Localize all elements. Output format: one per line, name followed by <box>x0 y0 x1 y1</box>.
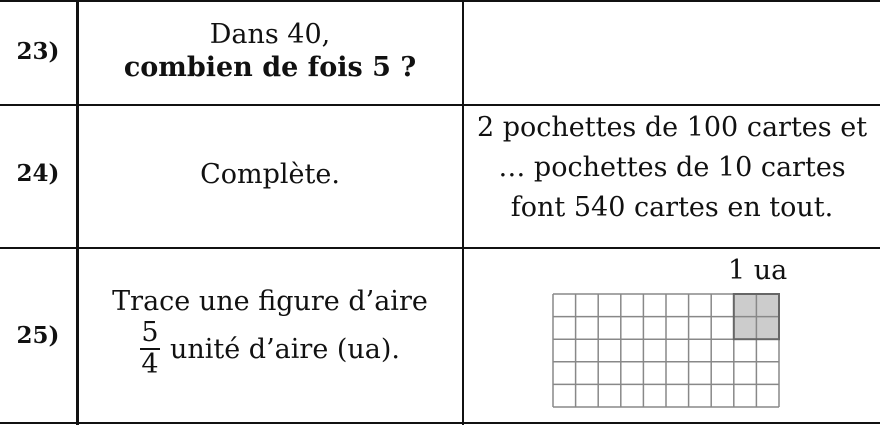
answer-24-line3: font 540 cartes en tout. <box>510 192 834 223</box>
question-number-23: 23) <box>16 38 60 65</box>
question-25-line1: Trace une figure d’aire <box>112 286 428 317</box>
answer-24-text: 2 pochettes de 100 cartes et … pochettes… <box>464 108 880 228</box>
row-divider-2 <box>0 247 880 249</box>
fraction-five-quarters: 5 4 <box>139 317 160 380</box>
answer-24-line1: 2 pochettes de 100 cartes et <box>476 112 868 143</box>
question-23-line1: Dans 40, <box>209 19 331 50</box>
fraction-denominator: 4 <box>141 349 159 380</box>
row-divider-1 <box>0 104 880 106</box>
fraction-numerator: 5 <box>141 317 159 348</box>
question-number-24: 24) <box>16 160 60 187</box>
unit-area-label: 1 ua <box>728 255 788 286</box>
question-25-text: Trace une figure d’aire 5 4 unité d’aire… <box>78 285 462 380</box>
table-border-bottom <box>0 422 880 424</box>
area-grid[interactable] <box>552 293 782 409</box>
question-23-line2: combien de fois 5 ? <box>123 52 417 83</box>
question-23-text: Dans 40, combien de fois 5 ? <box>78 18 462 84</box>
question-25-line2: 5 4 unité d’aire (ua). <box>78 318 462 380</box>
answer-23-cell[interactable] <box>464 2 880 102</box>
answer-24-line2: … pochettes de 10 cartes <box>498 152 846 183</box>
question-25-suffix: unité d’aire (ua). <box>169 333 401 365</box>
question-number-25: 25) <box>16 322 60 349</box>
question-24-text: Complète. <box>200 159 340 190</box>
